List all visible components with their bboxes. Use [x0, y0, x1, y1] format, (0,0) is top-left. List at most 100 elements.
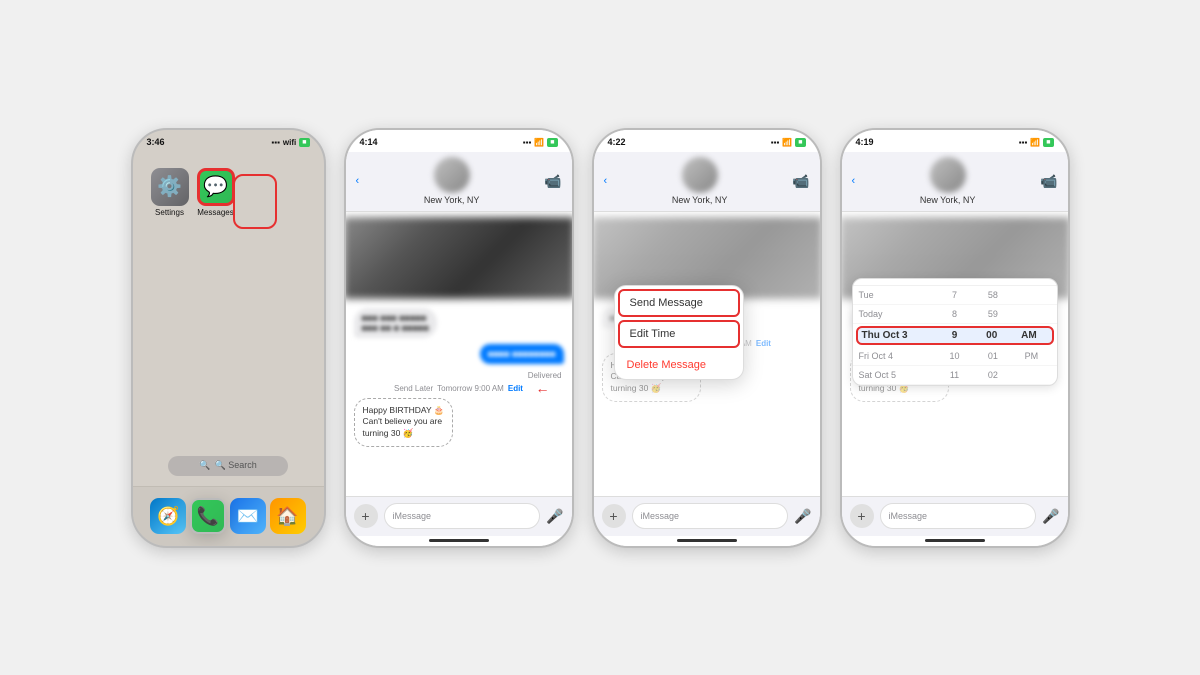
phone-homescreen: 3:46 ▪▪▪ wifi ■ ⚙️ Settings 💬 Messages 🔍…: [131, 128, 326, 548]
mic-button-4[interactable]: 🎤: [1042, 508, 1059, 525]
wifi-icon-2: 📶: [534, 138, 544, 147]
dp-header: [853, 279, 1057, 286]
delivered-label-2: Delivered: [346, 371, 562, 380]
battery-icon-4: ■: [1043, 138, 1053, 147]
spotlight-search[interactable]: 🔍 🔍 Search: [168, 456, 288, 476]
dp-min-selected: 00: [973, 330, 1010, 341]
contact-name-4: New York, NY: [920, 195, 976, 205]
dp-min-4: 02: [974, 370, 1012, 380]
wifi-icon: wifi: [283, 138, 296, 147]
dp-row-4[interactable]: Sat Oct 5 11 02: [853, 366, 1057, 385]
dp-day-0: Tue: [859, 290, 936, 300]
nav-bar-2: ‹ New York, NY 📹: [346, 152, 572, 212]
contact-avatar-2[interactable]: [434, 157, 470, 193]
send-message-label: Send Message: [630, 297, 703, 309]
contact-name-2: New York, NY: [424, 195, 480, 205]
home-indicator-3: [594, 536, 820, 546]
video-call-icon-2[interactable]: 📹: [544, 173, 561, 190]
received-bubble-2: ■■■ ■■■ ■■■■■■■■ ■■ ■ ■■■■■: [354, 308, 437, 338]
delete-message-option[interactable]: Delete Message: [615, 351, 743, 379]
status-time-1: 3:46: [147, 137, 165, 147]
delete-message-label: Delete Message: [627, 359, 707, 371]
dp-row-0[interactable]: Tue 7 58: [853, 286, 1057, 305]
status-icons-1: ▪▪▪ wifi ■: [271, 138, 309, 147]
dock-mail[interactable]: ✉️: [230, 498, 266, 534]
status-bar-4: 4:19 ▪▪▪ 📶 ■: [842, 130, 1068, 152]
edit-time-option[interactable]: Edit Time: [618, 320, 740, 348]
dp-ampm-selected: AM: [1010, 330, 1047, 341]
dp-hour-selected: 9: [936, 330, 973, 341]
wifi-icon-4: 📶: [1030, 138, 1040, 147]
dock-safari[interactable]: 🧭: [150, 498, 186, 534]
dock-phone[interactable]: 📞: [190, 498, 226, 534]
home-indicator-4: [842, 536, 1068, 546]
scheduled-bubble-2: Happy BIRTHDAY 🎂Can't believe you aretur…: [354, 398, 454, 448]
home-bar-3: [677, 539, 737, 542]
battery-icon: ■: [299, 138, 309, 147]
dp-day-selected: Thu Oct 3: [862, 330, 936, 341]
settings-app-icon[interactable]: ⚙️: [151, 168, 189, 206]
send-later-label-2: Send Later: [394, 384, 433, 393]
imessage-input-3[interactable]: iMessage: [632, 503, 789, 529]
settings-app-label: Settings: [155, 208, 184, 217]
video-call-icon-3[interactable]: 📹: [792, 173, 809, 190]
app-settings[interactable]: ⚙️ Settings: [151, 168, 189, 217]
send-later-time-2: Tomorrow 9:00 AM: [437, 384, 504, 393]
nav-bar-4: ‹ New York, NY 📹: [842, 152, 1068, 212]
add-button-4[interactable]: +: [850, 504, 874, 528]
input-bar-2: + iMessage 🎤: [346, 496, 572, 536]
edit-link-2[interactable]: Edit: [508, 384, 523, 393]
add-button-2[interactable]: +: [354, 504, 378, 528]
contact-avatar-4[interactable]: [930, 157, 966, 193]
input-bar-4: + iMessage 🎤: [842, 496, 1068, 536]
status-time-2: 4:14: [360, 137, 378, 147]
messages-app-icon[interactable]: 💬: [197, 168, 235, 206]
edit-time-label: Edit Time: [630, 328, 676, 340]
screen-messages-3: 4:19 ▪▪▪ 📶 ■ ‹ New York, NY 📹 ■■■ ■■■■■: [840, 128, 1070, 548]
back-button-4[interactable]: ‹: [852, 175, 856, 187]
sent-bubble-2: ■■■■ ■■■■■■■■: [480, 344, 564, 364]
imessage-input-2[interactable]: iMessage: [384, 503, 541, 529]
dp-row-3[interactable]: Fri Oct 4 10 01 PM: [853, 347, 1057, 366]
add-button-3[interactable]: +: [602, 504, 626, 528]
mic-button-2[interactable]: 🎤: [546, 508, 563, 525]
home-bar-2: [429, 539, 489, 542]
contact-avatar-3[interactable]: [682, 157, 718, 193]
messages-app-label: Messages: [197, 208, 233, 217]
context-menu: Send Message Edit Time Delete Message: [614, 285, 744, 380]
status-bar-3: 4:22 ▪▪▪ 📶 ■: [594, 130, 820, 152]
status-time-4: 4:19: [856, 137, 874, 147]
imessage-input-4[interactable]: iMessage: [880, 503, 1037, 529]
send-message-option[interactable]: Send Message: [618, 289, 740, 317]
input-placeholder-4: iMessage: [889, 511, 928, 521]
video-call-icon-4[interactable]: 📹: [1040, 173, 1057, 190]
back-button-2[interactable]: ‹: [356, 175, 360, 187]
dp-hour-4: 11: [935, 370, 973, 380]
status-bar-2: 4:14 ▪▪▪ 📶 ■: [346, 130, 572, 152]
nav-bar-3: ‹ New York, NY 📹: [594, 152, 820, 212]
edit-link-3[interactable]: Edit: [756, 339, 771, 348]
send-later-row-2: Send Later Tomorrow 9:00 AM Edit ←: [346, 384, 572, 393]
input-bar-3: + iMessage 🎤: [594, 496, 820, 536]
date-picker[interactable]: Tue 7 58 Today 8 59 Thu Oct 3 9 00 AM Fr…: [852, 278, 1058, 386]
dp-day-1: Today: [859, 309, 936, 319]
mic-button-3[interactable]: 🎤: [794, 508, 811, 525]
dp-row-1[interactable]: Today 8 59: [853, 305, 1057, 324]
search-label: 🔍 Search: [214, 460, 256, 471]
app-grid: ⚙️ Settings 💬 Messages: [133, 152, 324, 456]
nav-row-2: ‹ New York, NY 📹: [346, 157, 572, 205]
dp-min-0: 58: [974, 290, 1012, 300]
dp-day-3: Fri Oct 4: [859, 351, 936, 361]
status-bar-1: 3:46 ▪▪▪ wifi ■: [133, 130, 324, 152]
dp-min-3: 01: [974, 351, 1012, 361]
signal-icon-2: ▪▪▪: [523, 138, 532, 147]
battery-icon-2: ■: [547, 138, 557, 147]
dock-home[interactable]: 🏠: [270, 498, 306, 534]
screenshot-container: 3:46 ▪▪▪ wifi ■ ⚙️ Settings 💬 Messages 🔍…: [111, 108, 1090, 568]
search-icon: 🔍: [199, 460, 210, 471]
dp-row-selected[interactable]: Thu Oct 3 9 00 AM: [856, 326, 1054, 345]
back-button-3[interactable]: ‹: [604, 175, 608, 187]
contact-name-3: New York, NY: [672, 195, 728, 205]
nav-row-4: ‹ New York, NY 📹: [842, 157, 1068, 205]
app-messages[interactable]: 💬 Messages: [197, 168, 235, 217]
